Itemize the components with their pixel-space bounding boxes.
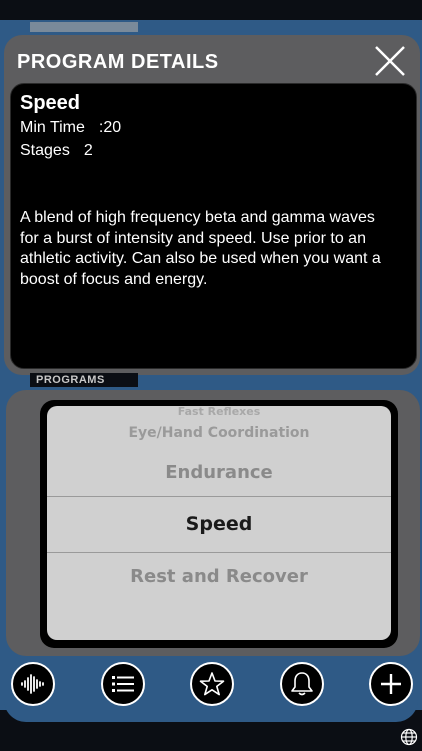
favorites-button[interactable]	[190, 662, 234, 706]
language-button[interactable]	[400, 728, 418, 746]
frame-accent	[30, 22, 138, 32]
bottom-toolbar	[0, 660, 422, 712]
close-icon	[375, 46, 405, 76]
programs-panel: Fast Reflexes Eye/Hand Coordination Endu…	[6, 390, 420, 656]
star-icon	[199, 672, 225, 696]
picker-item-fast-reflexes[interactable]: Fast Reflexes	[47, 406, 391, 418]
picker-item-endurance[interactable]: Endurance	[47, 462, 391, 483]
picker-item-rest-and-recover[interactable]: Rest and Recover	[47, 566, 391, 587]
globe-icon	[400, 728, 418, 746]
waveform-icon	[21, 674, 44, 694]
waveform-button[interactable]	[11, 662, 55, 706]
picker-frame: Fast Reflexes Eye/Hand Coordination Endu…	[40, 400, 398, 648]
bell-icon	[291, 672, 313, 696]
details-title: PROGRAM DETAILS	[17, 51, 219, 73]
min-time-value: :20	[98, 119, 122, 136]
program-description: A blend of high frequency beta and gamma…	[20, 209, 381, 288]
plus-icon	[381, 674, 401, 694]
min-time-label: Min Time	[20, 119, 85, 136]
program-name: Speed	[20, 92, 81, 114]
stages-value: 2	[83, 142, 93, 159]
add-program-button[interactable]	[369, 662, 413, 706]
selection-line-bottom	[47, 552, 391, 553]
program-list-button[interactable]	[101, 662, 145, 706]
close-button[interactable]	[370, 41, 410, 81]
stages-label: Stages	[20, 142, 70, 159]
programs-label: PROGRAMS	[36, 374, 105, 386]
programs-accent-bar	[140, 376, 422, 386]
list-icon	[112, 676, 134, 692]
min-time-row: Min Time :20	[20, 119, 121, 137]
alarm-button[interactable]	[280, 662, 324, 706]
picker-item-speed[interactable]: Speed	[47, 513, 391, 535]
details-content: Speed Min Time :20 Stages 2 A blend of hig…	[10, 83, 417, 369]
program-picker[interactable]: Fast Reflexes Eye/Hand Coordination Endu…	[47, 406, 391, 640]
stages-row: Stages 2	[20, 142, 93, 160]
picker-item-eye-hand-coordination[interactable]: Eye/Hand Coordination	[47, 425, 391, 441]
program-details-panel: PROGRAM DETAILS Speed Min Time :20 Stages…	[4, 35, 420, 375]
selection-line-top	[47, 496, 391, 497]
